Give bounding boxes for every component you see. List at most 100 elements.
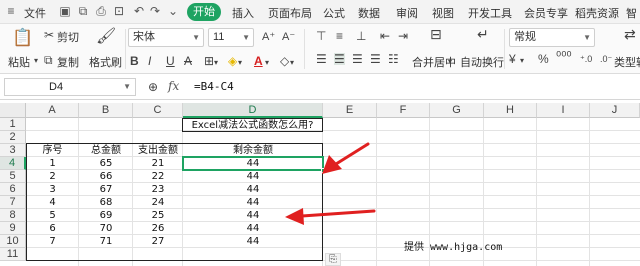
tab-start[interactable]: 开始 [187,3,221,21]
thousands-separator-icon[interactable]: ⁰⁰⁰ [556,50,572,63]
paste-icon[interactable]: 📋 [12,29,33,46]
chevron-down-icon[interactable]: ▾ [265,57,269,69]
header-cell-remaining[interactable]: 剩余金额 [183,144,323,157]
table-cell[interactable]: 3 [26,183,79,196]
table-cell[interactable]: 27 [133,235,183,248]
row-header-1[interactable]: 1 [0,118,26,131]
column-header-g[interactable]: G [430,103,484,118]
row-header-6[interactable]: 6 [0,183,26,196]
tab-page-layout[interactable]: 页面布局 [268,5,312,21]
table-cell[interactable]: 44 [183,196,323,209]
row-header-7[interactable]: 7 [0,196,26,209]
tab-smart[interactable]: 智 [626,5,637,21]
align-left-icon[interactable]: ☰ [316,53,327,65]
chevron-down-icon[interactable]: ▾ [290,57,294,69]
percent-icon[interactable]: % [538,53,549,65]
quick-access-dropdown-icon[interactable]: ⌄ [166,4,180,18]
tab-review[interactable]: 审阅 [396,5,418,21]
border-icon[interactable]: ⊞ [204,55,214,67]
format-painter-button[interactable]: 格式刷 [89,54,122,70]
chevron-down-icon[interactable]: ▾ [448,56,452,68]
font-color-icon[interactable]: A [254,55,263,67]
table-cell[interactable]: 44 [183,235,323,248]
row-header-8[interactable]: 8 [0,209,26,222]
table-cell[interactable]: 71 [79,235,133,248]
distributed-align-icon[interactable]: ☷ [388,53,399,65]
table-cell[interactable]: 25 [133,209,183,222]
tab-formulas[interactable]: 公式 [323,5,345,21]
convert-type-icon[interactable]: ⇄ [624,27,636,41]
align-right-icon[interactable]: ☰ [352,53,363,65]
row-header-11[interactable]: 11 [0,248,26,261]
cut-button[interactable]: 剪切 [57,29,79,45]
tab-insert[interactable]: 插入 [232,5,254,21]
redo-icon[interactable]: ↷ [148,4,162,18]
column-header-h[interactable]: H [484,103,537,118]
table-cell[interactable]: 70 [79,222,133,235]
table-cell[interactable]: 21 [133,157,183,170]
table-cell[interactable]: 24 [133,196,183,209]
indent-decrease-icon[interactable]: ⇤ [380,30,390,42]
justify-icon[interactable]: ☰ [370,53,381,65]
row-header-10[interactable]: 10 [0,235,26,248]
paste-button[interactable]: 粘贴 [8,54,30,70]
merge-center-icon[interactable]: ⊟ [430,27,442,41]
table-cell[interactable]: 6 [26,222,79,235]
zoom-formula-icon[interactable]: ⊕ [148,81,158,93]
chevron-down-icon[interactable]: ▾ [520,55,524,67]
underline-icon[interactable]: U [166,55,175,67]
chevron-down-icon[interactable]: ▾ [238,57,242,69]
header-cell-index[interactable]: 序号 [26,144,79,157]
tab-view[interactable]: 视图 [432,5,454,21]
font-name-select[interactable]: 宋体 ▼ [128,28,204,47]
table-cell[interactable]: 69 [79,209,133,222]
align-bottom-icon[interactable]: ⊥ [356,30,366,42]
tab-data[interactable]: 数据 [358,5,380,21]
tab-developer[interactable]: 开发工具 [468,5,512,21]
copy-icon[interactable]: ⧉ [44,54,53,66]
column-header-e[interactable]: E [323,103,377,118]
column-header-c[interactable]: C [133,103,183,118]
row-header-5[interactable]: 5 [0,170,26,183]
preview-icon[interactable]: ⊡ [112,4,126,18]
table-cell[interactable]: 44 [183,170,323,183]
strikethrough-icon[interactable]: A [184,55,192,67]
table-cell[interactable]: 44 [183,209,323,222]
chevron-down-icon[interactable]: ▾ [214,57,218,69]
column-header-a[interactable]: A [26,103,79,118]
select-all-corner[interactable] [0,103,26,118]
undo-icon[interactable]: ↶ [132,4,146,18]
fill-color-icon[interactable]: ◈ [228,55,237,67]
decrease-decimal-icon[interactable]: .0⁻ [600,53,612,65]
column-header-i[interactable]: I [537,103,590,118]
table-cell[interactable]: 67 [79,183,133,196]
table-cell[interactable]: 26 [133,222,183,235]
table-cell[interactable]: 65 [79,157,133,170]
header-cell-total[interactable]: 总金额 [79,144,133,157]
align-middle-icon[interactable]: ≡ [336,30,343,42]
bold-icon[interactable]: B [130,55,139,67]
formula-input[interactable]: =B4-C4 [194,80,234,93]
align-center-icon[interactable]: ☰ [334,53,345,65]
row-header-9[interactable]: 9 [0,222,26,235]
table-cell[interactable]: 2 [26,170,79,183]
row-header-4[interactable]: 4 [0,157,26,170]
print-icon[interactable]: ⎙ [94,4,108,18]
number-format-select[interactable]: 常规 ▼ [509,28,595,47]
insert-function-button[interactable]: fx [168,79,179,93]
tab-docer-resources[interactable]: 稻壳资源 [575,5,619,21]
header-cell-expense[interactable]: 支出金额 [133,144,183,157]
indent-increase-icon[interactable]: ⇥ [398,30,408,42]
table-cell[interactable]: 68 [79,196,133,209]
table-cell[interactable]: 7 [26,235,79,248]
currency-icon[interactable]: ¥ [509,53,516,65]
italic-icon[interactable]: I [148,55,151,67]
cut-icon[interactable]: ✂ [44,29,54,41]
decrease-font-icon[interactable]: A⁻ [282,31,295,43]
paste-options-icon[interactable]: ⎘ [325,253,341,266]
sheet-title-cell[interactable]: Excel减法公式函数怎么用? [183,119,322,132]
table-cell[interactable]: 44 [183,183,323,196]
wrap-text-button[interactable]: 自动换行 [460,54,504,70]
column-header-b[interactable]: B [79,103,133,118]
table-cell[interactable]: 23 [133,183,183,196]
